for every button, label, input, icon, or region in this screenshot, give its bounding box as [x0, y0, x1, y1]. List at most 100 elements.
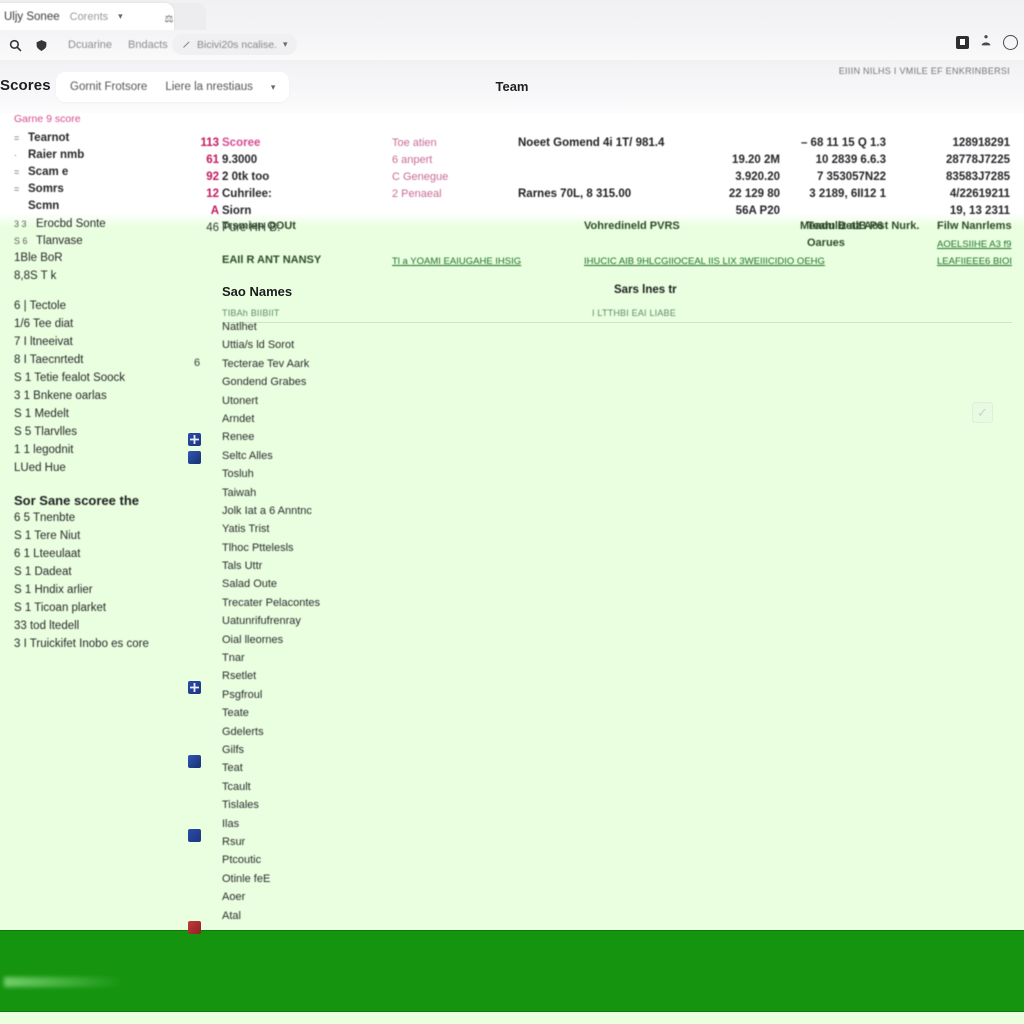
- list-item[interactable]: Tcault: [222, 781, 642, 799]
- band-cell-team: Team Betz Aost Nurk.: [807, 220, 920, 232]
- list-item[interactable]: Tlhoc Pttelesls: [222, 542, 642, 560]
- list-item: 3 I Truickifet Inobo es core: [14, 638, 149, 650]
- chevron-down-icon[interactable]: ▾: [118, 11, 123, 22]
- browser-chrome: Uljy Sonee Corents ▾ ⚖ Dcuarine Bndacts …: [0, 0, 1024, 60]
- band-cell: Vohredineld PVRS: [584, 220, 680, 232]
- app-icon-blue-4[interactable]: [188, 755, 201, 768]
- list-item[interactable]: Jolk Iat a 6 Anntnc: [222, 505, 642, 523]
- list-item: 1/6 Tee diat: [14, 318, 74, 330]
- share-icon[interactable]: [979, 34, 993, 50]
- list-item[interactable]: Arndet: [222, 413, 642, 431]
- list-item[interactable]: Uttia/s ld Sorot: [222, 339, 642, 357]
- list-item[interactable]: Aoer: [222, 891, 642, 909]
- row-label: Scmn: [28, 200, 60, 212]
- omnibox[interactable]: Bicivi20s ncalise. ▾: [172, 34, 298, 55]
- toolbar-link-2[interactable]: Bndacts: [128, 39, 168, 51]
- page-icon[interactable]: ⚖: [160, 12, 178, 26]
- row-bullet: 3 3: [14, 219, 27, 229]
- app-icon-red[interactable]: [188, 921, 201, 934]
- numeric-value: 22 129 80: [728, 188, 780, 200]
- list-item: 3 1 Bnkene oarlas: [14, 390, 107, 402]
- list-item: 6 | Tectole: [14, 300, 67, 312]
- list-item: S 1 Tere Niut: [14, 530, 81, 542]
- list-item[interactable]: Rsur: [222, 836, 642, 854]
- list-item[interactable]: Salad Oute: [222, 578, 642, 596]
- profile-circle-icon[interactable]: [1003, 34, 1018, 50]
- footer-glow: [4, 977, 124, 987]
- band-cell-filter: Filw Nanrlems: [937, 220, 1012, 232]
- shield-icon[interactable]: [30, 34, 52, 56]
- band-link[interactable]: Tl a YOAMI EAIUGAHE IHSIG: [392, 256, 521, 267]
- list-item[interactable]: Tnar: [222, 652, 642, 670]
- row-bullet: =: [14, 184, 20, 194]
- list-item[interactable]: Otinle feE: [222, 873, 642, 891]
- list-item[interactable]: Yatis Trist: [222, 523, 642, 541]
- summary-number-column: 113 61 92 12 A 46: [183, 113, 219, 239]
- list-item[interactable]: Seltc Alles: [222, 450, 642, 468]
- toolbar-link-1[interactable]: Dcuarine: [68, 39, 112, 51]
- search-icon[interactable]: [4, 34, 26, 56]
- list-item: S 1 Medelt: [14, 408, 69, 420]
- score-value: 2 0tk too: [222, 171, 270, 183]
- list-item[interactable]: Gondend Grabes: [222, 376, 642, 394]
- tab-active[interactable]: Uljy Sonee Corents ▾: [0, 3, 174, 30]
- app-icon-blue-2[interactable]: [188, 451, 201, 464]
- list-items: Natlhet Uttia/s ld Sorot Tecterae Tev Aa…: [222, 321, 642, 928]
- band-link[interactable]: LEAFIIEEE6 BIOI: [937, 256, 1012, 267]
- numeric-value: – 68 11 15 Q 1.3: [800, 137, 886, 149]
- list-item: S 1 Ticoan plarket: [14, 602, 107, 614]
- list-item[interactable]: Taiwah: [222, 487, 642, 505]
- status-value: Toe atien: [392, 137, 437, 149]
- summary-number: 12: [206, 188, 219, 200]
- chevron-down-icon[interactable]: ▾: [283, 39, 288, 50]
- list-item[interactable]: Uatunrifufrenray: [222, 615, 642, 633]
- row-label: Scam e: [28, 166, 69, 178]
- band-cell: Trsmien OOUt: [222, 220, 296, 232]
- list-item[interactable]: Gdelerts: [222, 726, 642, 744]
- numeric-value: 128918291: [952, 137, 1010, 149]
- chrome-actions: [956, 34, 1018, 50]
- list-item[interactable]: Gilfs: [222, 744, 642, 762]
- band-link[interactable]: AOELSIIHE A3 f9: [937, 239, 1011, 250]
- band-number: 46: [206, 222, 219, 234]
- numeric-value: 19.20 2M: [732, 154, 780, 166]
- band-link[interactable]: IHUCIC AIB 9HLCGIIOCEAL IIS LIX 3WEIIICI…: [584, 256, 825, 267]
- app-icon-blue[interactable]: [188, 433, 201, 446]
- list-item: 1Ble BoR: [14, 252, 63, 264]
- list-item[interactable]: Trecater Pelacontes: [222, 597, 642, 615]
- list-panel-heading-2: Sars lnes tr: [614, 284, 677, 296]
- list-item[interactable]: Utonert: [222, 395, 642, 413]
- summary-number: 92: [206, 171, 219, 183]
- list-item[interactable]: Psgfroul: [222, 689, 642, 707]
- check-icon[interactable]: ✓: [972, 402, 993, 423]
- list-item[interactable]: Oial lleornes: [222, 634, 642, 652]
- numeric-value: 3 2189, 6II12 1: [809, 188, 886, 200]
- score-column-header: Scoree: [222, 137, 261, 149]
- row-bullet: =: [14, 167, 20, 177]
- list-item[interactable]: Tosluh: [222, 468, 642, 486]
- extension-icon[interactable]: [956, 35, 969, 49]
- page-body: Garne 9 score = Tearnot · Raier nmb = Sc…: [0, 113, 1024, 1024]
- row-bullet: ·: [14, 150, 17, 160]
- list-item[interactable]: Teat: [222, 762, 642, 780]
- tab-title: Uljy Sonee: [4, 10, 60, 23]
- list-item[interactable]: Tecterae Tev Aark: [222, 358, 642, 376]
- list-item[interactable]: Atal: [222, 910, 642, 928]
- list-item[interactable]: Ilas: [222, 818, 642, 836]
- list-item[interactable]: Tals Uttr: [222, 560, 642, 578]
- numeric-value: 28778J7225: [946, 154, 1010, 166]
- summary-number: 61: [206, 154, 219, 166]
- list-item[interactable]: Natlhet: [222, 321, 642, 339]
- list-item[interactable]: Rsetlet: [222, 670, 642, 688]
- center-title: Team: [495, 79, 529, 94]
- numeric-value: 3.920.20: [735, 171, 780, 183]
- numeric-column-a: 19.20 2M 3.920.20 22 129 80 56A P20: [700, 113, 780, 222]
- app-icon-blue-3[interactable]: [188, 681, 201, 694]
- list-item[interactable]: Ptcoutic: [222, 854, 642, 872]
- list-item[interactable]: Teate: [222, 707, 642, 725]
- app-icon-blue-5[interactable]: [188, 829, 201, 842]
- list-item[interactable]: Tislales: [222, 799, 642, 817]
- tab-strip: Uljy Sonee Corents ▾ ⚖: [0, 0, 1024, 30]
- list-item[interactable]: Renee: [222, 431, 642, 449]
- list-item: 33 tod ltedell: [14, 620, 80, 632]
